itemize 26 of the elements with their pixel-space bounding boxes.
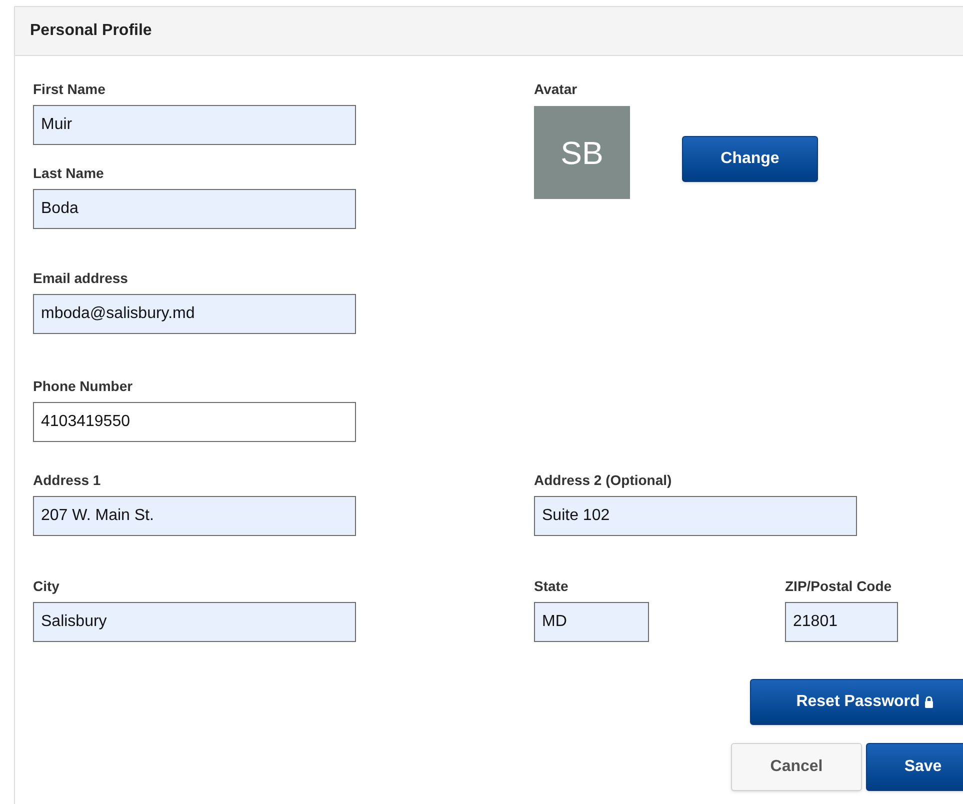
text-field[interactable]: 21801 bbox=[785, 602, 898, 642]
text-field[interactable]: mboda@salisbury.md bbox=[33, 294, 356, 334]
button[interactable]: Reset Password bbox=[750, 679, 963, 725]
field-label: Last Name bbox=[33, 164, 105, 183]
field-label: Phone Number bbox=[33, 377, 134, 396]
lock-icon bbox=[924, 696, 934, 708]
field-label: Address 2 (Optional) bbox=[534, 471, 673, 490]
text-field[interactable]: Boda bbox=[33, 189, 356, 229]
field-label: State bbox=[534, 577, 570, 596]
text-field[interactable]: 4103419550 bbox=[33, 402, 356, 442]
button[interactable]: Change bbox=[682, 136, 818, 182]
text-field[interactable]: MD bbox=[534, 602, 649, 642]
panel-title: Personal Profile bbox=[30, 21, 152, 41]
button[interactable]: Cancel bbox=[731, 743, 862, 791]
text-field[interactable]: Salisbury bbox=[33, 602, 356, 642]
button[interactable]: Save bbox=[866, 743, 963, 791]
avatar-label: Avatar bbox=[534, 80, 578, 99]
field-label: City bbox=[33, 577, 60, 596]
avatar: SB bbox=[534, 106, 630, 199]
field-label: ZIP/Postal Code bbox=[785, 577, 893, 596]
field-label: Address 1 bbox=[33, 471, 102, 490]
text-field[interactable]: Muir bbox=[33, 105, 356, 145]
field-label: First Name bbox=[33, 80, 106, 99]
text-field[interactable]: 207 W. Main St. bbox=[33, 496, 356, 536]
field-label: Email address bbox=[33, 269, 129, 288]
text-field[interactable]: Suite 102 bbox=[534, 496, 857, 536]
